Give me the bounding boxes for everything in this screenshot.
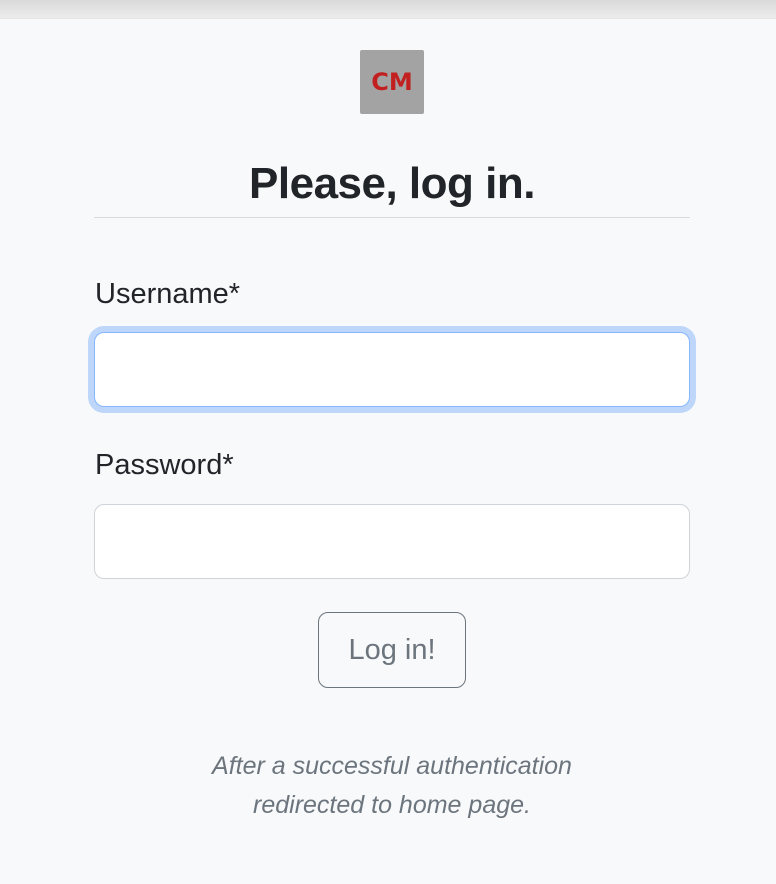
page-title: Please, log in.	[249, 159, 535, 208]
title-divider	[94, 217, 690, 218]
redirect-note: After a successful authentication redire…	[94, 747, 690, 825]
logo-text: CM	[371, 68, 413, 96]
redirect-note-line-1: After a successful authentication	[212, 752, 572, 780]
login-button[interactable]: Log in!	[318, 612, 466, 688]
login-page: CM Please, log in. Username* Password* L…	[0, 19, 776, 884]
redirect-note-line-2: redirected to home page.	[253, 791, 531, 819]
username-label: Username*	[95, 278, 241, 310]
username-input[interactable]	[94, 332, 690, 407]
password-label: Password*	[95, 449, 234, 481]
password-input[interactable]	[94, 504, 690, 579]
cm-logo: CM	[360, 50, 424, 114]
browser-top-strip	[0, 0, 776, 19]
